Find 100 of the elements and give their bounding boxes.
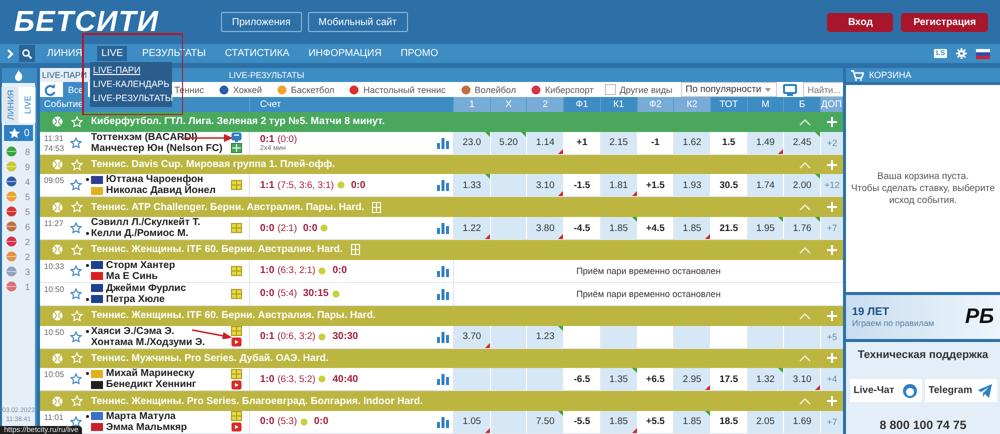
phone-number[interactable]: 8 800 100 74 75	[880, 418, 966, 432]
chevron-up-icon[interactable]	[799, 397, 811, 406]
flag-icon[interactable]	[976, 48, 990, 58]
checkbox-label[interactable]: Другие виды	[620, 84, 672, 94]
team-name[interactable]: Юттана Чароенфон	[106, 174, 204, 186]
odds-cell[interactable]: 1.76	[784, 217, 821, 240]
register-button[interactable]: Регистрация	[901, 12, 988, 32]
chevron-up-icon[interactable]	[799, 160, 811, 169]
live-chat-button[interactable]: Live-Чат	[850, 379, 922, 402]
scoreboard-icon[interactable]	[231, 326, 242, 336]
stats-icon[interactable]	[437, 136, 449, 149]
video-icon[interactable]	[231, 337, 242, 348]
settings-icon[interactable]	[956, 48, 967, 59]
odds-cell[interactable]: 1.32	[748, 368, 784, 390]
star-icon[interactable]	[70, 136, 82, 149]
star-icon[interactable]	[70, 330, 82, 343]
stats-icon[interactable]	[437, 416, 449, 428]
odds-cell[interactable]: 1.85	[600, 217, 638, 240]
team-name[interactable]: Джейми Фурлис	[106, 282, 186, 294]
odds-cell[interactable]: 7.50	[527, 410, 564, 433]
plus-icon[interactable]	[827, 310, 837, 321]
odds-cell[interactable]: 1.5	[710, 132, 748, 154]
nav-link[interactable]: ПРОМО	[396, 46, 442, 61]
stats-icon[interactable]	[437, 264, 449, 277]
odds-cell[interactable]: 1.62	[674, 132, 711, 154]
chevron-right-icon[interactable]	[6, 48, 14, 58]
tv-icon[interactable]	[231, 132, 242, 142]
sport-filter[interactable]: Волейбол	[456, 82, 520, 97]
team-name[interactable]: Хаяси Э./Сэма Э.	[91, 326, 174, 337]
odds-cell[interactable]: 1.95	[748, 217, 784, 240]
promo-banner[interactable]: 19 ЛЕТ Играем по правилам РБ	[846, 295, 1000, 339]
odds-cell[interactable]: 3.10	[527, 174, 564, 196]
star-icon[interactable]	[70, 288, 82, 300]
scoreboard-icon[interactable]	[231, 223, 242, 234]
nav-link[interactable]: ЛИНИЯ	[43, 46, 86, 61]
nav-link[interactable]: LIVE	[97, 46, 128, 61]
plus-icon[interactable]	[827, 244, 837, 255]
chevron-up-icon[interactable]	[799, 118, 811, 126]
odds-cell[interactable]: 2.95	[674, 368, 711, 390]
team-name[interactable]: Сторм Хантер	[106, 260, 176, 271]
odds-cell[interactable]: 1.14	[527, 132, 564, 154]
odds-cell[interactable]: 1.22	[454, 217, 491, 240]
scoreboard-icon[interactable]	[231, 143, 242, 154]
star-icon[interactable]	[70, 264, 82, 277]
odds-cell[interactable]: 1.05	[454, 410, 491, 433]
logo[interactable]: БЕТСИТИ	[14, 6, 207, 38]
team-name[interactable]: Эмма Мальмкяр	[106, 422, 187, 433]
chevron-up-icon[interactable]	[799, 246, 811, 254]
telegram-button[interactable]: Telegram	[924, 379, 996, 402]
team-name[interactable]: Бенедикт Хеннинг	[106, 379, 196, 390]
tab[interactable]: LIVE-РЕЗУЛЬТАТЫ	[226, 68, 308, 82]
sport-filter[interactable]: Киберспорт	[526, 82, 598, 97]
odds-cell[interactable]: 1.93	[674, 174, 711, 196]
odds-cell[interactable]: 1.49	[748, 132, 784, 154]
video-icon[interactable]	[231, 422, 242, 432]
odds-cell[interactable]: 2.00	[784, 174, 821, 196]
plus-icon[interactable]	[827, 160, 837, 170]
vertical-tab[interactable]: LIVE	[18, 87, 35, 123]
search-field[interactable]: Найти...	[803, 82, 843, 97]
odds-cell[interactable]: 2.45	[784, 132, 821, 154]
nav-link[interactable]: ИНФОРМАЦИЯ	[304, 46, 386, 61]
checkbox[interactable]	[604, 84, 616, 95]
menu-item[interactable]: LIVE-КАЛЕНДАРЬ	[93, 77, 172, 91]
odds-cell[interactable]: 1.85	[674, 217, 711, 240]
stats-icon[interactable]	[437, 222, 449, 234]
odds-cell[interactable]: 2.15	[600, 132, 638, 154]
stats-icon[interactable]	[437, 288, 449, 300]
odds-cell[interactable]: 1.74	[748, 174, 784, 196]
star-icon[interactable]	[70, 222, 82, 234]
stats-icon[interactable]	[437, 330, 449, 343]
odds-cell[interactable]: 2.05	[748, 410, 784, 433]
sort-dropdown[interactable]: По популярности	[681, 82, 778, 97]
team-name[interactable]: Ма Е Синь	[106, 270, 158, 282]
odds-cell[interactable]: 5.20	[490, 132, 528, 154]
odds-cell[interactable]: 1.33	[454, 174, 491, 196]
team-name[interactable]: Келли Д./Ромиос М.	[91, 228, 188, 240]
stats-icon[interactable]	[437, 179, 449, 192]
odds-cell[interactable]: 1.35	[600, 368, 638, 390]
odds-cell[interactable]: 3.80	[527, 217, 564, 240]
scoreboard-icon[interactable]	[231, 368, 242, 379]
team-name[interactable]: Петра Хюле	[106, 294, 165, 305]
odds-cell[interactable]: 1.23	[527, 326, 564, 348]
video-icon[interactable]	[231, 380, 242, 390]
sport-filter[interactable]: Хоккей	[214, 82, 266, 97]
odds-cell[interactable]: 1.85	[600, 410, 638, 433]
header-link-button[interactable]: Мобильный сайт	[308, 12, 408, 32]
odds-cell[interactable]: +1	[564, 132, 601, 154]
refresh-icon[interactable]	[44, 84, 56, 96]
odds-cell[interactable]: 23.0	[454, 132, 491, 154]
odds-cell[interactable]: 3.10	[784, 368, 821, 390]
team-name[interactable]: Николас Давид Йонел	[106, 185, 216, 196]
plus-icon[interactable]	[827, 202, 837, 212]
star-icon[interactable]	[70, 179, 82, 192]
nav-link[interactable]: СТАТИСТИКА	[220, 46, 294, 61]
search-button[interactable]	[19, 45, 35, 62]
chevron-up-icon[interactable]	[799, 312, 811, 320]
team-name[interactable]: Марта Матула	[106, 410, 176, 422]
team-name[interactable]: Тоттенхэм (BACARDI)	[91, 132, 198, 143]
sport-filter[interactable]: Баскетбол	[272, 82, 338, 97]
menu-item[interactable]: LIVE-ПАРИ	[93, 63, 172, 77]
